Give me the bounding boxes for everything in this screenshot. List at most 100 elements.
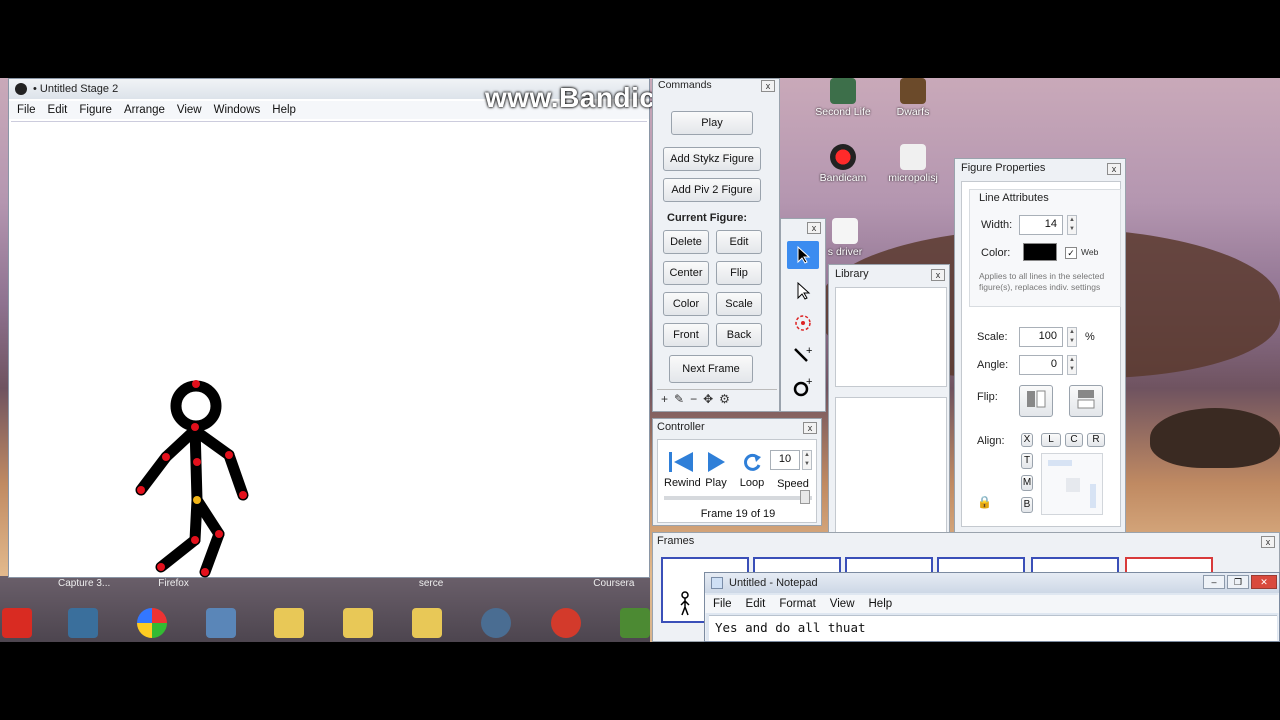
frame-slider-track[interactable]	[664, 496, 812, 500]
align-left-button[interactable]: L	[1041, 433, 1061, 447]
menu-windows[interactable]: Windows	[214, 104, 261, 116]
loop-icon	[744, 453, 761, 471]
align-x-button[interactable]: X	[1021, 433, 1033, 447]
controller-body: Rewind Play Loop 10 ▲ ▼ Speed Frame 19 of…	[657, 439, 817, 523]
add-circle-tool[interactable]: +	[787, 373, 819, 401]
notepad-content: Yes and do all thuat	[715, 620, 866, 635]
stick-figure[interactable]	[11, 122, 647, 578]
width-stepper[interactable]: ▲ ▼	[1067, 215, 1077, 235]
menu-help[interactable]: Help	[272, 104, 296, 116]
loop-button[interactable]: Loop	[736, 450, 768, 489]
edit-button[interactable]: Edit	[716, 230, 762, 254]
subselect-tool[interactable]	[787, 277, 819, 305]
width-field[interactable]: 14	[1019, 215, 1063, 235]
minecraft-icon[interactable]	[620, 608, 650, 638]
desktop-icon-bandicam[interactable]: Bandicam	[808, 144, 878, 184]
notepad-menu-file[interactable]: File	[713, 598, 732, 610]
angle-field[interactable]: 0	[1019, 355, 1063, 375]
close-icon[interactable]: x	[761, 80, 775, 92]
close-icon[interactable]: x	[807, 222, 821, 234]
front-button[interactable]: Front	[663, 323, 709, 347]
notepad-menu-help[interactable]: Help	[869, 598, 893, 610]
close-icon[interactable]: x	[931, 269, 945, 281]
add-line-tool[interactable]: +	[787, 341, 819, 369]
commands-toolbar: + ✎ − ✥ ⚙	[657, 389, 777, 407]
play-control-button[interactable]: Play	[702, 450, 730, 489]
installer-icon[interactable]	[206, 608, 236, 638]
add-stykz-figure-button[interactable]: Add Stykz Figure	[663, 147, 761, 171]
menu-arrange[interactable]: Arrange	[124, 104, 165, 116]
back-button[interactable]: Back	[716, 323, 762, 347]
move-icon[interactable]: ✥	[703, 392, 713, 406]
line-color-swatch[interactable]	[1023, 243, 1057, 261]
scale-field[interactable]: 100	[1019, 327, 1063, 347]
folder-icon[interactable]	[343, 608, 373, 638]
folder-icon[interactable]	[274, 608, 304, 638]
notepad-text-area[interactable]: Yes and do all thuat	[709, 615, 1277, 641]
close-icon[interactable]: x	[1107, 163, 1121, 175]
menu-view[interactable]: View	[177, 104, 202, 116]
play-button[interactable]: Play	[671, 111, 753, 135]
speed-field[interactable]: 10	[770, 450, 800, 470]
flip-horizontal-button[interactable]	[1019, 385, 1053, 417]
frame-slider-thumb[interactable]	[800, 490, 810, 504]
steam-icon[interactable]	[481, 608, 511, 638]
pencil-icon[interactable]: ✎	[674, 392, 684, 406]
rewind-button[interactable]: Rewind	[664, 450, 701, 489]
controller-title: Controller	[657, 421, 705, 433]
notepad-titlebar: Untitled - Notepad	[705, 573, 1279, 593]
chrome-icon[interactable]	[137, 608, 167, 638]
maximize-button[interactable]: ❐	[1227, 575, 1249, 589]
menu-file[interactable]: File	[17, 104, 36, 116]
add-icon[interactable]: +	[661, 392, 668, 406]
menu-figure[interactable]: Figure	[79, 104, 112, 116]
scale-stepper[interactable]: ▲ ▼	[1067, 327, 1077, 347]
notepad-menu-format[interactable]: Format	[779, 598, 815, 610]
menu-edit[interactable]: Edit	[48, 104, 68, 116]
lock-icon[interactable]: 🔒	[977, 495, 992, 509]
align-right-button[interactable]: R	[1087, 433, 1105, 447]
scale-button[interactable]: Scale	[716, 292, 762, 316]
add-piv2-figure-button[interactable]: Add Piv 2 Figure	[663, 178, 761, 202]
file-icon	[832, 218, 858, 244]
flip-button[interactable]: Flip	[716, 261, 762, 285]
web-checkbox[interactable]: ✓	[1065, 247, 1077, 259]
speed-stepper[interactable]: ▲ ▼	[802, 450, 812, 470]
align-middle-button[interactable]: M	[1021, 475, 1033, 491]
firefox-icon[interactable]	[551, 608, 581, 638]
align-top-button[interactable]: T	[1021, 453, 1033, 469]
close-button[interactable]: ✕	[1251, 575, 1277, 589]
notepad-menu-edit[interactable]: Edit	[746, 598, 766, 610]
adobe-reader-icon[interactable]	[2, 608, 32, 638]
desktop-icon-second-life[interactable]: Second Life	[808, 78, 878, 118]
color-button[interactable]: Color	[663, 292, 709, 316]
sync-app-icon[interactable]	[68, 608, 98, 638]
width-label: Width:	[981, 219, 1013, 231]
select-tool[interactable]	[787, 241, 819, 269]
loop-label: Loop	[739, 477, 765, 489]
folder-icon[interactable]	[412, 608, 442, 638]
close-icon[interactable]: x	[803, 422, 817, 434]
desktop-icon-dwarfs[interactable]: Dwarfs	[878, 78, 948, 118]
gear-icon[interactable]: ⚙	[719, 392, 730, 406]
align-preview	[1041, 453, 1103, 515]
align-bottom-button[interactable]: B	[1021, 497, 1033, 513]
play-label: Play	[705, 477, 727, 489]
center-button[interactable]: Center	[663, 261, 709, 285]
svg-text:+: +	[806, 345, 812, 357]
rotate-tool[interactable]	[787, 309, 819, 337]
next-frame-button[interactable]: Next Frame	[669, 355, 753, 383]
minimize-button[interactable]: –	[1203, 575, 1225, 589]
close-icon[interactable]: x	[1261, 536, 1275, 548]
angle-stepper[interactable]: ▲ ▼	[1067, 355, 1077, 375]
target-icon	[795, 315, 811, 331]
align-center-button[interactable]: C	[1065, 433, 1083, 447]
line-attributes-note: Applies to all lines in the selected fig…	[979, 271, 1105, 292]
desktop-icon-micropolisj[interactable]: micropolisj	[878, 144, 948, 184]
minus-icon[interactable]: −	[690, 392, 697, 406]
flip-vertical-button[interactable]	[1069, 385, 1103, 417]
notepad-menu-view[interactable]: View	[830, 598, 855, 610]
stage-canvas[interactable]	[11, 121, 647, 578]
notepad-icon	[711, 577, 723, 589]
delete-button[interactable]: Delete	[663, 230, 709, 254]
